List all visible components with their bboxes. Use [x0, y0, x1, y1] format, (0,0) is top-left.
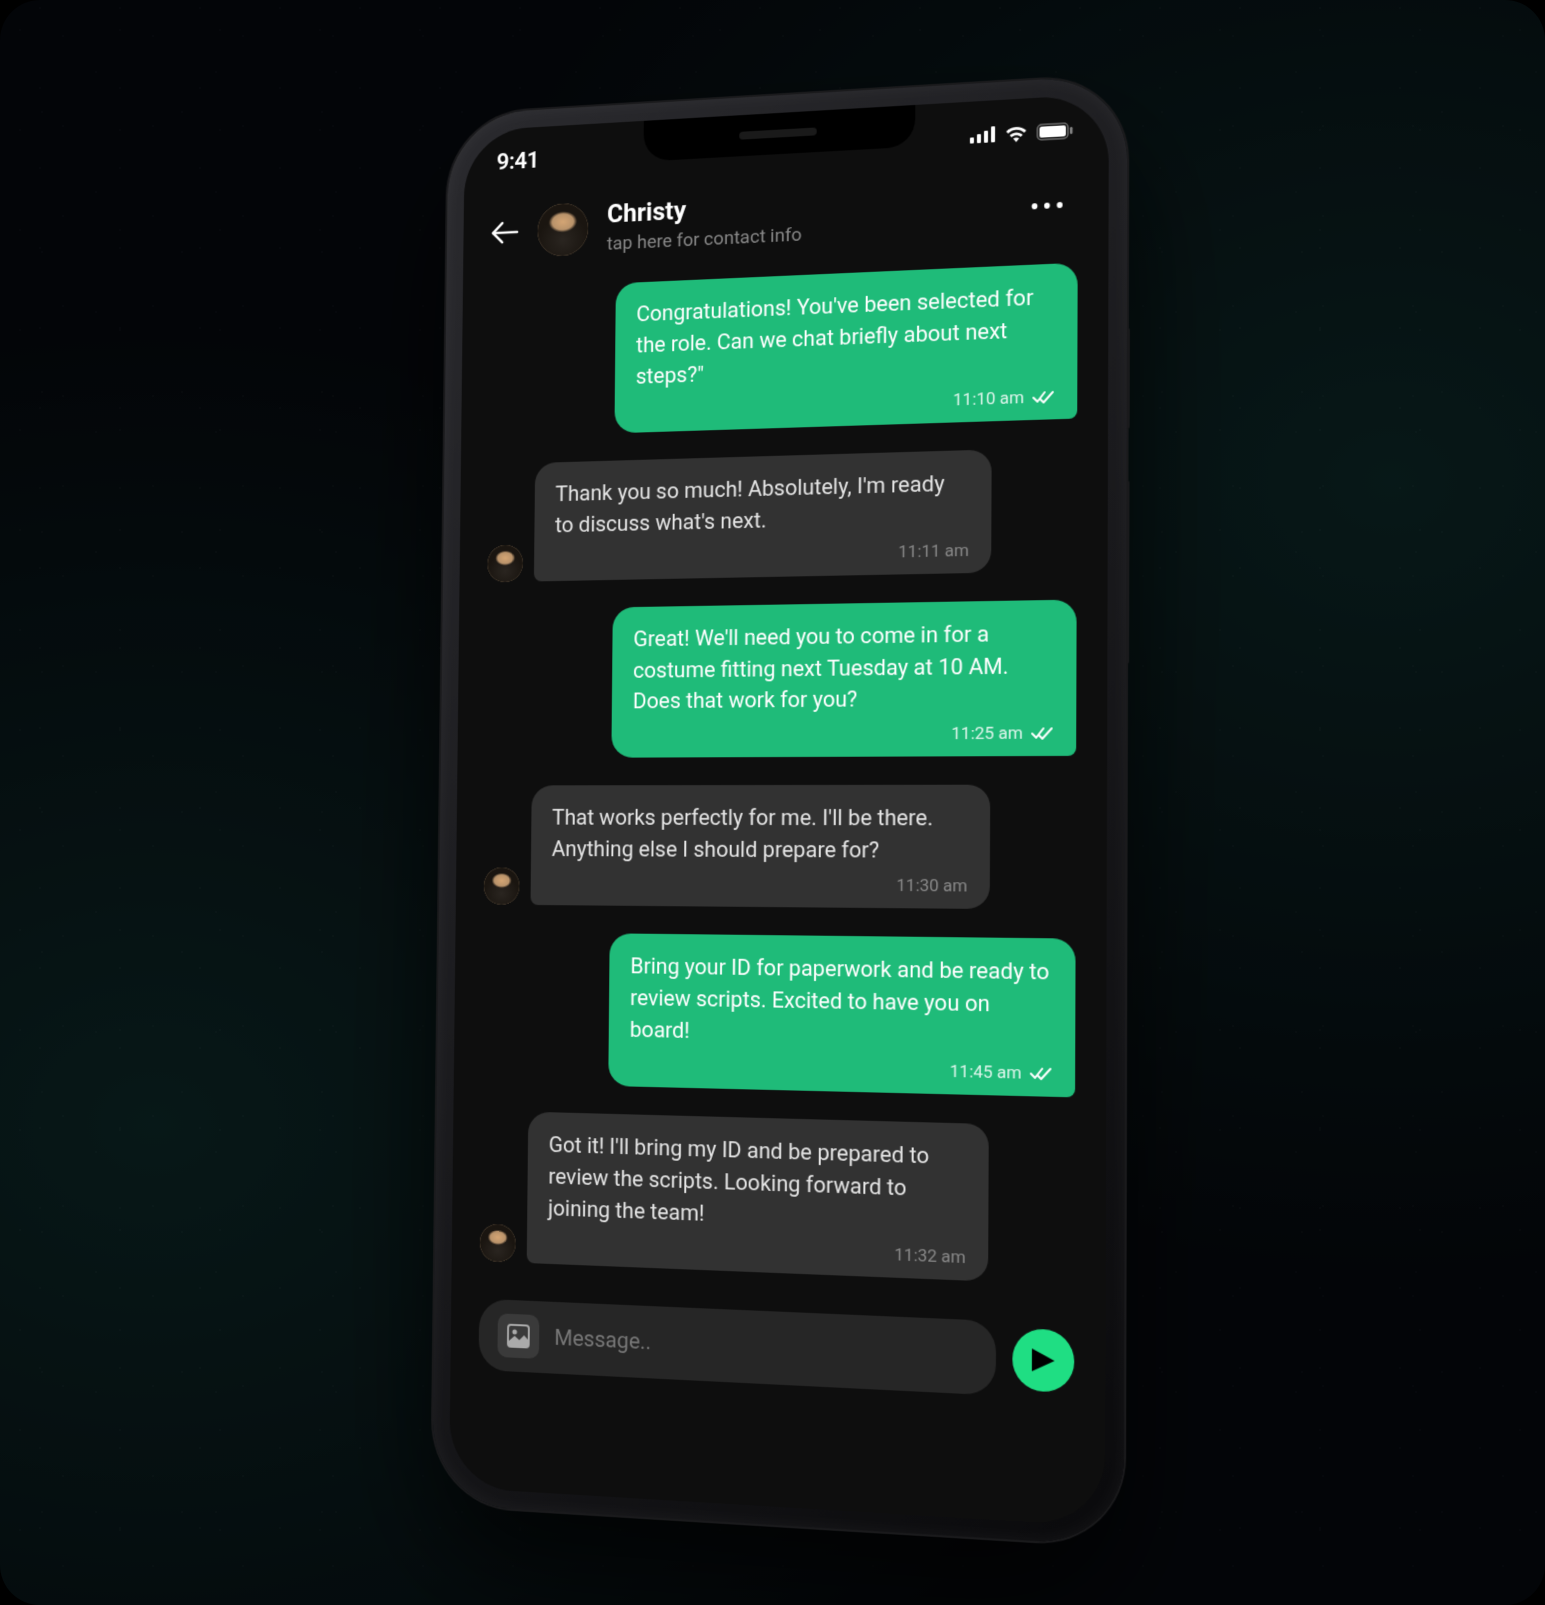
- back-button[interactable]: [491, 219, 519, 245]
- phone-screen: 9:41: [449, 93, 1109, 1526]
- message-row: Thank you so much! Absolutely, I'm ready…: [487, 446, 1077, 581]
- sender-avatar[interactable]: [487, 544, 523, 582]
- message-time: 11:10 am: [952, 387, 1023, 410]
- messages-list[interactable]: Congratulations! You've been selected fo…: [451, 251, 1108, 1307]
- phone-mockup: 9:41: [432, 74, 1127, 1546]
- sender-avatar[interactable]: [479, 1224, 515, 1263]
- message-text: Got it! I'll bring my ID and be prepared…: [547, 1129, 965, 1239]
- read-receipt-icon: [1032, 389, 1054, 404]
- send-button[interactable]: [1012, 1328, 1074, 1393]
- message-row: Got it! I'll bring my ID and be prepared…: [479, 1110, 1074, 1285]
- message-row: Congratulations! You've been selected fo…: [488, 262, 1077, 436]
- message-time: 11:32 am: [894, 1245, 966, 1268]
- contact-avatar[interactable]: [537, 202, 588, 257]
- message-text: Bring your ID for paperwork and be ready…: [629, 951, 1052, 1055]
- message-bubble-outgoing[interactable]: Great! We'll need you to come in for a c…: [611, 599, 1076, 758]
- message-text: Congratulations! You've been selected fo…: [635, 282, 1055, 393]
- notch-speaker: [739, 127, 817, 139]
- phone-frame: 9:41: [432, 74, 1127, 1546]
- message-text: That works perfectly for me. I'll be the…: [551, 803, 967, 868]
- message-bubble-incoming[interactable]: Thank you so much! Absolutely, I'm ready…: [533, 449, 991, 581]
- read-receipt-icon: [1031, 726, 1054, 740]
- more-options-button[interactable]: •••: [1019, 177, 1077, 233]
- message-meta: 11:11 am: [554, 540, 968, 569]
- battery-icon: [1036, 121, 1073, 140]
- message-bubble-outgoing[interactable]: Congratulations! You've been selected fo…: [614, 262, 1077, 432]
- message-row: Great! We'll need you to come in for a c…: [485, 599, 1076, 758]
- message-bubble-incoming[interactable]: Got it! I'll bring my ID and be prepared…: [526, 1111, 988, 1281]
- message-text: Thank you so much! Absolutely, I'm ready…: [554, 468, 969, 542]
- message-row: Bring your ID for paperwork and be ready…: [481, 932, 1075, 1097]
- message-time: 11:45 am: [949, 1061, 1021, 1083]
- sender-avatar[interactable]: [483, 867, 519, 904]
- message-bubble-outgoing[interactable]: Bring your ID for paperwork and be ready…: [608, 933, 1075, 1097]
- read-receipt-icon: [1029, 1066, 1052, 1081]
- signal-icon: [969, 126, 995, 143]
- status-time: 9:41: [496, 146, 539, 175]
- contact-info[interactable]: Christy tap here for contact info: [606, 179, 999, 254]
- message-input-field[interactable]: Message..: [478, 1299, 996, 1396]
- message-time: 11:30 am: [896, 875, 967, 896]
- input-placeholder: Message..: [554, 1325, 651, 1354]
- message-time: 11:11 am: [898, 540, 969, 562]
- wifi-icon: [1004, 123, 1028, 142]
- message-meta: 11:25 am: [632, 723, 1053, 745]
- message-row: That works perfectly for me. I'll be the…: [483, 784, 1075, 909]
- message-bubble-incoming[interactable]: That works perfectly for me. I'll be the…: [530, 785, 990, 909]
- message-time: 11:25 am: [951, 723, 1023, 744]
- status-icons: [969, 120, 1072, 144]
- message-meta: 11:30 am: [551, 873, 967, 896]
- attach-image-button[interactable]: [497, 1313, 539, 1359]
- message-meta: 11:45 am: [629, 1054, 1052, 1084]
- message-meta: 11:10 am: [635, 386, 1054, 420]
- message-text: Great! We'll need you to come in for a c…: [632, 617, 1053, 718]
